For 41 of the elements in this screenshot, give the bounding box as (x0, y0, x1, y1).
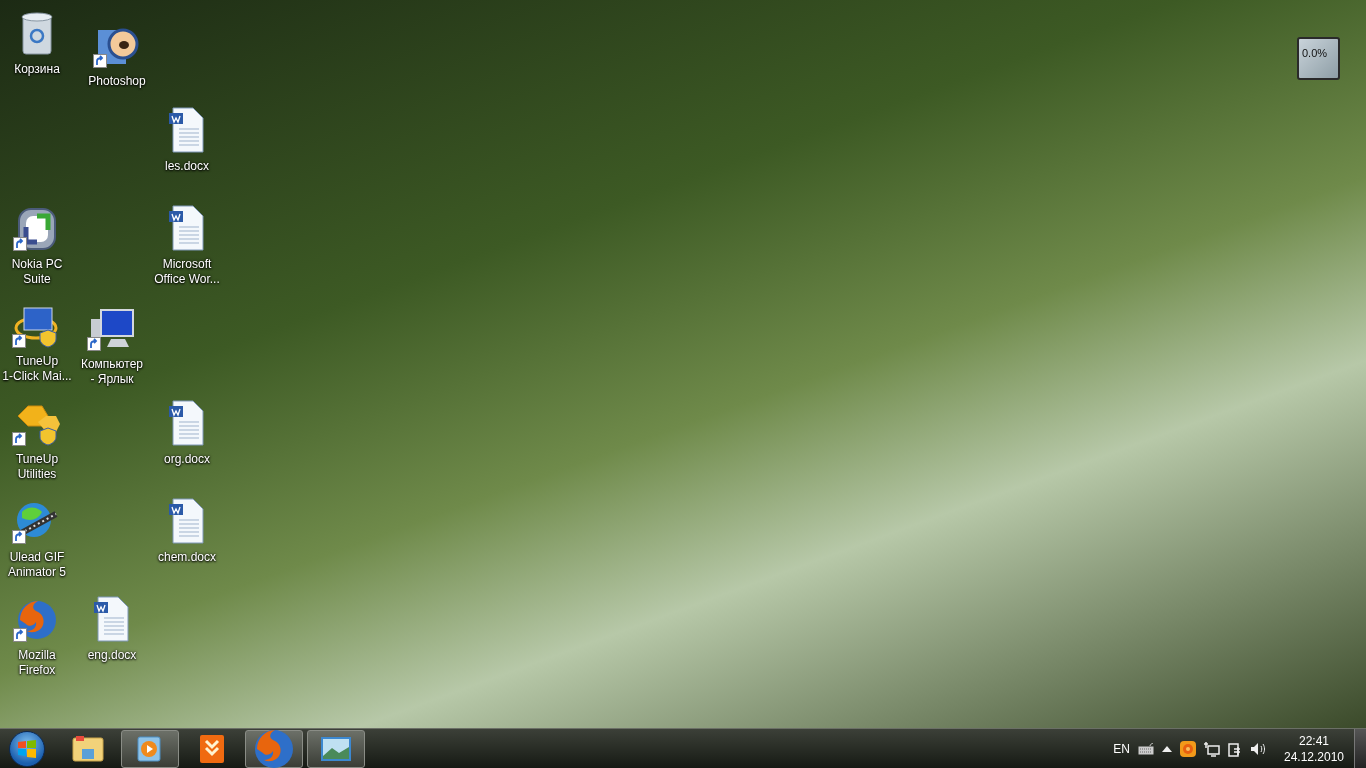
desktop-icon-label[interactable]: Photoshop (88, 74, 146, 89)
word-document-icon (167, 498, 207, 544)
firefox-icon (15, 598, 59, 642)
word-document-icon (167, 205, 207, 251)
start-button[interactable] (9, 730, 45, 767)
desktop-icon-label[interactable]: Mozilla Firefox (18, 648, 56, 678)
monitor-shield-icon (14, 304, 60, 348)
show-desktop-button[interactable] (1354, 728, 1366, 768)
desktop-icon-label[interactable]: Корзина (14, 62, 60, 77)
language-indicator[interactable]: EN (1113, 739, 1130, 758)
taskbar-button[interactable] (121, 729, 179, 768)
cpu-reading: 0.0% (1302, 47, 1328, 59)
word-document-icon (167, 400, 207, 446)
desktop-icon-label[interactable]: Microsoft Office Wor... (154, 257, 220, 287)
desktop-icon-label[interactable]: Компьютер - Ярлык (80, 357, 144, 387)
desktop-icon-label[interactable]: TuneUp Utilities (15, 452, 59, 482)
network-icon[interactable] (1204, 740, 1220, 757)
desktop-icon-label[interactable]: TuneUp 1-Click Mai... (2, 354, 72, 384)
tray-app-icon[interactable] (1180, 740, 1196, 757)
desktop-icon-label[interactable]: Nokia PC Suite (11, 257, 63, 287)
folder-icon (72, 734, 104, 763)
play-icon (136, 734, 164, 763)
keyboard-icon[interactable] (1138, 742, 1154, 755)
clock-time: 22:41 (1299, 732, 1329, 749)
recycle-bin-icon (19, 12, 55, 56)
download-icon (199, 733, 225, 764)
word-document-icon (167, 107, 207, 153)
power-plug-icon[interactable] (1228, 740, 1242, 757)
rounded-square-icon (15, 207, 59, 251)
desktop-icon-label[interactable]: chem.docx (158, 550, 216, 565)
desktop-icon-label[interactable]: org.docx (164, 452, 210, 467)
up-arrow-icon[interactable] (1162, 745, 1172, 752)
windows-logo-icon (17, 739, 37, 758)
cpu-meter-gadget[interactable]: 0.0% (1297, 37, 1340, 80)
taskbar-button[interactable] (307, 729, 365, 768)
clock-date: 24.12.2010 (1283, 748, 1345, 765)
desktop-icon-label[interactable]: Ulead GIF Animator 5 (8, 550, 66, 580)
word-document-icon (92, 596, 132, 642)
desktop-icon-label[interactable]: les.docx (165, 159, 209, 174)
clock[interactable]: 22:41 24.12.2010 (1282, 732, 1346, 765)
picture-icon (320, 735, 352, 762)
